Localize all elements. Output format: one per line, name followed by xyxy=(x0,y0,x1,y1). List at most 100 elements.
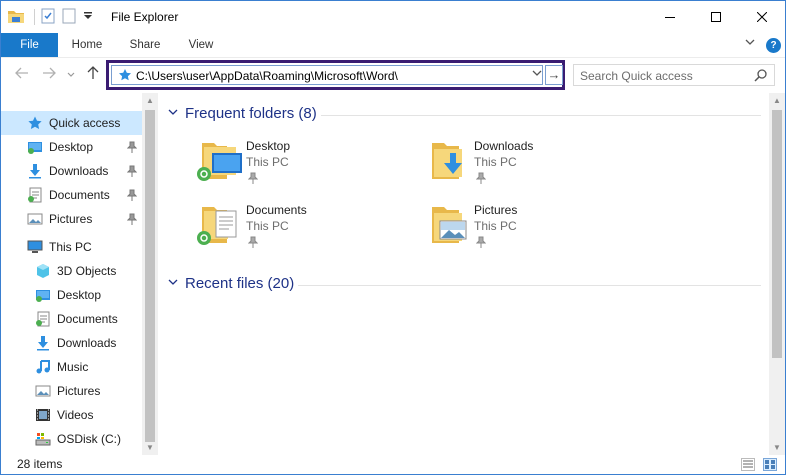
disk-icon xyxy=(35,431,51,447)
folder-location: This PC xyxy=(246,219,289,233)
expand-ribbon-chevron-icon[interactable] xyxy=(745,38,755,49)
back-arrow-icon[interactable] xyxy=(15,66,29,82)
sidebar-item-documents-pinned[interactable]: Documents xyxy=(1,183,142,207)
group-divider xyxy=(298,285,761,286)
sidebar-item-downloads[interactable]: Downloads xyxy=(1,331,142,355)
downloads-folder-icon xyxy=(424,137,472,185)
pictures-icon xyxy=(27,211,43,227)
star-icon xyxy=(27,115,43,131)
navigation-pane: Quick access Desktop Downloads Documents… xyxy=(1,93,158,455)
pin-icon[interactable] xyxy=(475,172,487,187)
folder-tile-downloads[interactable]: Downloads This PC xyxy=(424,137,624,193)
pin-icon[interactable] xyxy=(126,165,138,180)
folder-tile-pictures[interactable]: Pictures This PC xyxy=(424,201,624,257)
minimize-icon xyxy=(665,17,675,18)
close-icon xyxy=(757,12,767,22)
up-arrow-icon[interactable] xyxy=(87,66,99,83)
tab-view[interactable]: View xyxy=(183,33,219,57)
sidebar-item-quick-access[interactable]: Quick access xyxy=(1,111,142,135)
pc-icon xyxy=(27,239,43,255)
group-title: Frequent folders (8) xyxy=(185,105,317,122)
tab-home[interactable]: Home xyxy=(67,33,107,57)
documents-icon xyxy=(35,311,51,327)
sidebar-item-label: OSDisk (C:) xyxy=(57,432,121,446)
pin-icon[interactable] xyxy=(126,213,138,228)
scroll-down-icon[interactable]: ▼ xyxy=(146,443,154,452)
sidebar-item-videos[interactable]: Videos xyxy=(1,403,142,427)
scroll-up-icon[interactable]: ▲ xyxy=(773,96,781,105)
folder-name: Downloads xyxy=(474,139,534,153)
help-icon[interactable]: ? xyxy=(766,38,781,53)
sidebar-item-desktop[interactable]: Desktop xyxy=(1,283,142,307)
sidebar-item-label: Videos xyxy=(57,408,94,422)
go-button[interactable]: → xyxy=(545,65,563,85)
music-icon xyxy=(35,359,51,375)
group-header-recent[interactable]: Recent files (20) xyxy=(168,275,294,292)
documents-icon xyxy=(27,187,43,203)
navigation-bar: → xyxy=(1,57,785,93)
navigation-pane-scrollbar[interactable]: ▲ ▼ xyxy=(142,93,158,455)
folder-name: Desktop xyxy=(246,139,291,153)
pin-icon[interactable] xyxy=(126,189,138,204)
folder-tile-desktop[interactable]: Desktop This PC xyxy=(196,137,396,193)
collapse-chevron-icon[interactable] xyxy=(168,278,178,289)
close-button[interactable] xyxy=(739,1,785,33)
address-bar[interactable] xyxy=(111,65,543,85)
collapse-chevron-icon[interactable] xyxy=(168,108,178,119)
group-header-frequent[interactable]: Frequent folders (8) xyxy=(168,105,317,122)
forward-arrow-icon[interactable] xyxy=(42,66,56,82)
sidebar-item-pictures[interactable]: Pictures xyxy=(1,379,142,403)
address-bar-highlight: → xyxy=(106,60,565,90)
sidebar-item-label: Downloads xyxy=(57,336,117,350)
sidebar-item-3d-objects[interactable]: 3D Objects xyxy=(1,259,142,283)
3d-objects-icon xyxy=(35,263,51,279)
pin-icon[interactable] xyxy=(247,236,259,251)
desktop-folder-icon xyxy=(196,137,244,185)
pin-icon[interactable] xyxy=(475,236,487,251)
details-view-icon[interactable] xyxy=(741,458,755,471)
search-icon[interactable] xyxy=(754,68,768,85)
content-scrollbar[interactable]: ▲ ▼ xyxy=(769,93,785,455)
search-input[interactable] xyxy=(580,68,750,83)
pin-icon[interactable] xyxy=(247,172,259,187)
sidebar-item-label: Quick access xyxy=(49,116,121,130)
customize-toolbar-icon[interactable] xyxy=(83,10,93,24)
sidebar-item-label: Downloads xyxy=(49,164,109,178)
new-folder-icon[interactable] xyxy=(62,8,76,27)
sidebar-item-downloads-pinned[interactable]: Downloads xyxy=(1,159,142,183)
folder-name: Pictures xyxy=(474,203,518,217)
sidebar-item-label: This PC xyxy=(49,240,92,254)
scrollbar-thumb[interactable] xyxy=(772,110,782,358)
tab-file[interactable]: File xyxy=(1,33,58,57)
sidebar-item-desktop-pinned[interactable]: Desktop xyxy=(1,135,142,159)
sidebar-item-pictures-pinned[interactable]: Pictures xyxy=(1,207,142,231)
scrollbar-thumb[interactable] xyxy=(145,110,155,442)
search-box[interactable] xyxy=(573,64,775,86)
address-input[interactable] xyxy=(136,68,528,83)
sidebar-item-label: Pictures xyxy=(49,212,93,226)
sidebar-item-documents[interactable]: Documents xyxy=(1,307,142,331)
pin-icon[interactable] xyxy=(126,141,138,156)
sidebar-item-this-pc[interactable]: This PC xyxy=(1,235,142,259)
scroll-up-icon[interactable]: ▲ xyxy=(146,96,154,105)
downloads-icon xyxy=(27,163,43,179)
folder-app-icon[interactable] xyxy=(7,8,25,27)
sidebar-item-osdisk[interactable]: OSDisk (C:) xyxy=(1,427,142,451)
recent-locations-chevron-icon[interactable] xyxy=(67,70,75,80)
properties-icon[interactable] xyxy=(41,8,55,27)
folder-name: Documents xyxy=(246,203,307,217)
ribbon: File Home Share View ? xyxy=(1,33,785,57)
scroll-down-icon[interactable]: ▼ xyxy=(773,443,781,452)
folder-location: This PC xyxy=(474,155,517,169)
minimize-button[interactable] xyxy=(647,1,693,33)
folder-tile-documents[interactable]: Documents This PC xyxy=(196,201,396,257)
desktop-folder-icon xyxy=(27,139,43,155)
desktop-folder-icon xyxy=(35,287,51,303)
large-icons-view-icon[interactable] xyxy=(763,458,777,471)
address-history-chevron-icon[interactable] xyxy=(532,69,542,80)
sidebar-item-music[interactable]: Music xyxy=(1,355,142,379)
title-bar: File Explorer xyxy=(1,1,785,33)
maximize-button[interactable] xyxy=(693,1,739,33)
downloads-icon xyxy=(35,335,51,351)
tab-share[interactable]: Share xyxy=(125,33,165,57)
